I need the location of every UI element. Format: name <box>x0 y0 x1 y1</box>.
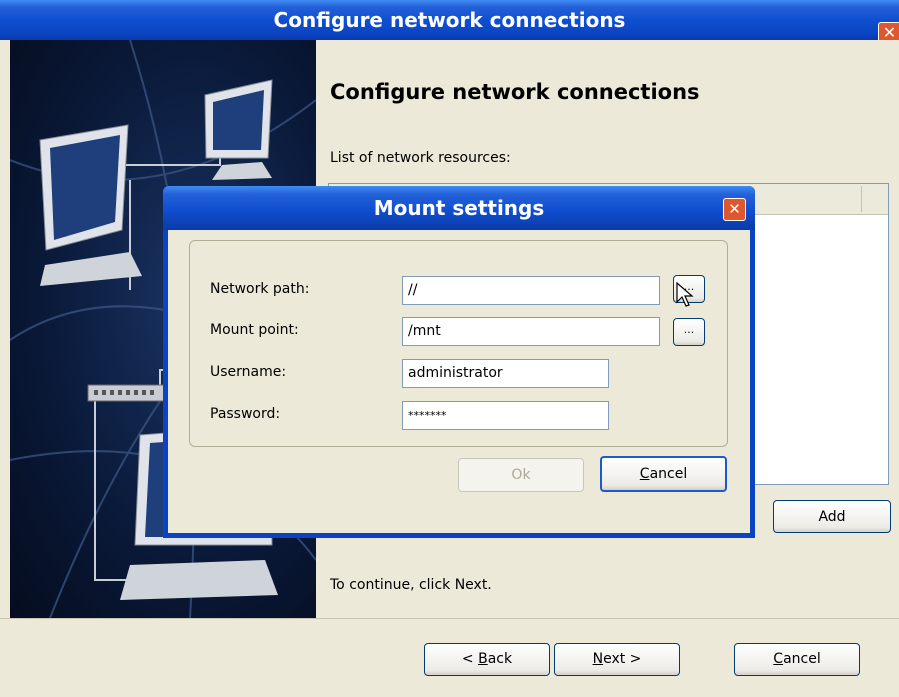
password-label: Password: <box>210 406 281 422</box>
username-input[interactable]: administrator <box>402 359 609 388</box>
next-button[interactable]: Next > <box>554 643 680 676</box>
network-path-input[interactable]: // <box>402 276 660 305</box>
resources-list-label: List of network resources: <box>330 150 511 166</box>
wizard-nav-bar: < Back Next > Cancel <box>0 618 899 697</box>
dialog-cancel-label: ancel <box>649 466 688 482</box>
mount-fields-group: Network path: // ... Mount point: /mnt .… <box>189 240 728 447</box>
back-accesskey: B <box>478 651 488 667</box>
mouse-cursor-icon <box>676 282 694 307</box>
window-title-bar: Configure network connections <box>0 0 899 40</box>
dialog-close-icon[interactable]: ✕ <box>723 198 746 221</box>
mount-point-label: Mount point: <box>210 322 299 338</box>
window-title: Configure network connections <box>273 8 626 32</box>
next-label: ext > <box>603 651 642 667</box>
mount-settings-dialog: Mount settings ✕ Network path: // ... Mo… <box>163 186 755 538</box>
ok-button[interactable]: Ok <box>458 458 584 492</box>
dialog-title-bar: Mount settings <box>163 186 755 230</box>
back-button[interactable]: < Back <box>424 643 550 676</box>
dialog-body: Network path: // ... Mount point: /mnt .… <box>168 230 750 533</box>
cancel-label: ancel <box>783 651 821 667</box>
dialog-cancel-button[interactable]: Cancel <box>600 456 727 492</box>
mount-point-browse-button[interactable]: ... <box>673 318 705 346</box>
monitor-left <box>39 124 142 286</box>
continue-instruction: To continue, click Next. <box>330 577 492 593</box>
password-input[interactable]: ******* <box>402 401 609 430</box>
back-prefix: < <box>461 651 479 667</box>
page-title: Configure network connections <box>330 80 700 104</box>
username-label: Username: <box>210 364 287 380</box>
list-header-column[interactable] <box>861 186 884 212</box>
add-button[interactable]: Add <box>773 500 891 533</box>
dialog-cancel-accesskey: C <box>639 466 650 482</box>
cancel-button[interactable]: Cancel <box>734 643 860 676</box>
mount-point-input[interactable]: /mnt <box>402 317 660 346</box>
cancel-accesskey: C <box>773 651 784 667</box>
network-path-label: Network path: <box>210 281 310 297</box>
next-accesskey: N <box>592 651 604 667</box>
back-label: ack <box>487 651 513 667</box>
dialog-title: Mount settings <box>373 196 545 220</box>
